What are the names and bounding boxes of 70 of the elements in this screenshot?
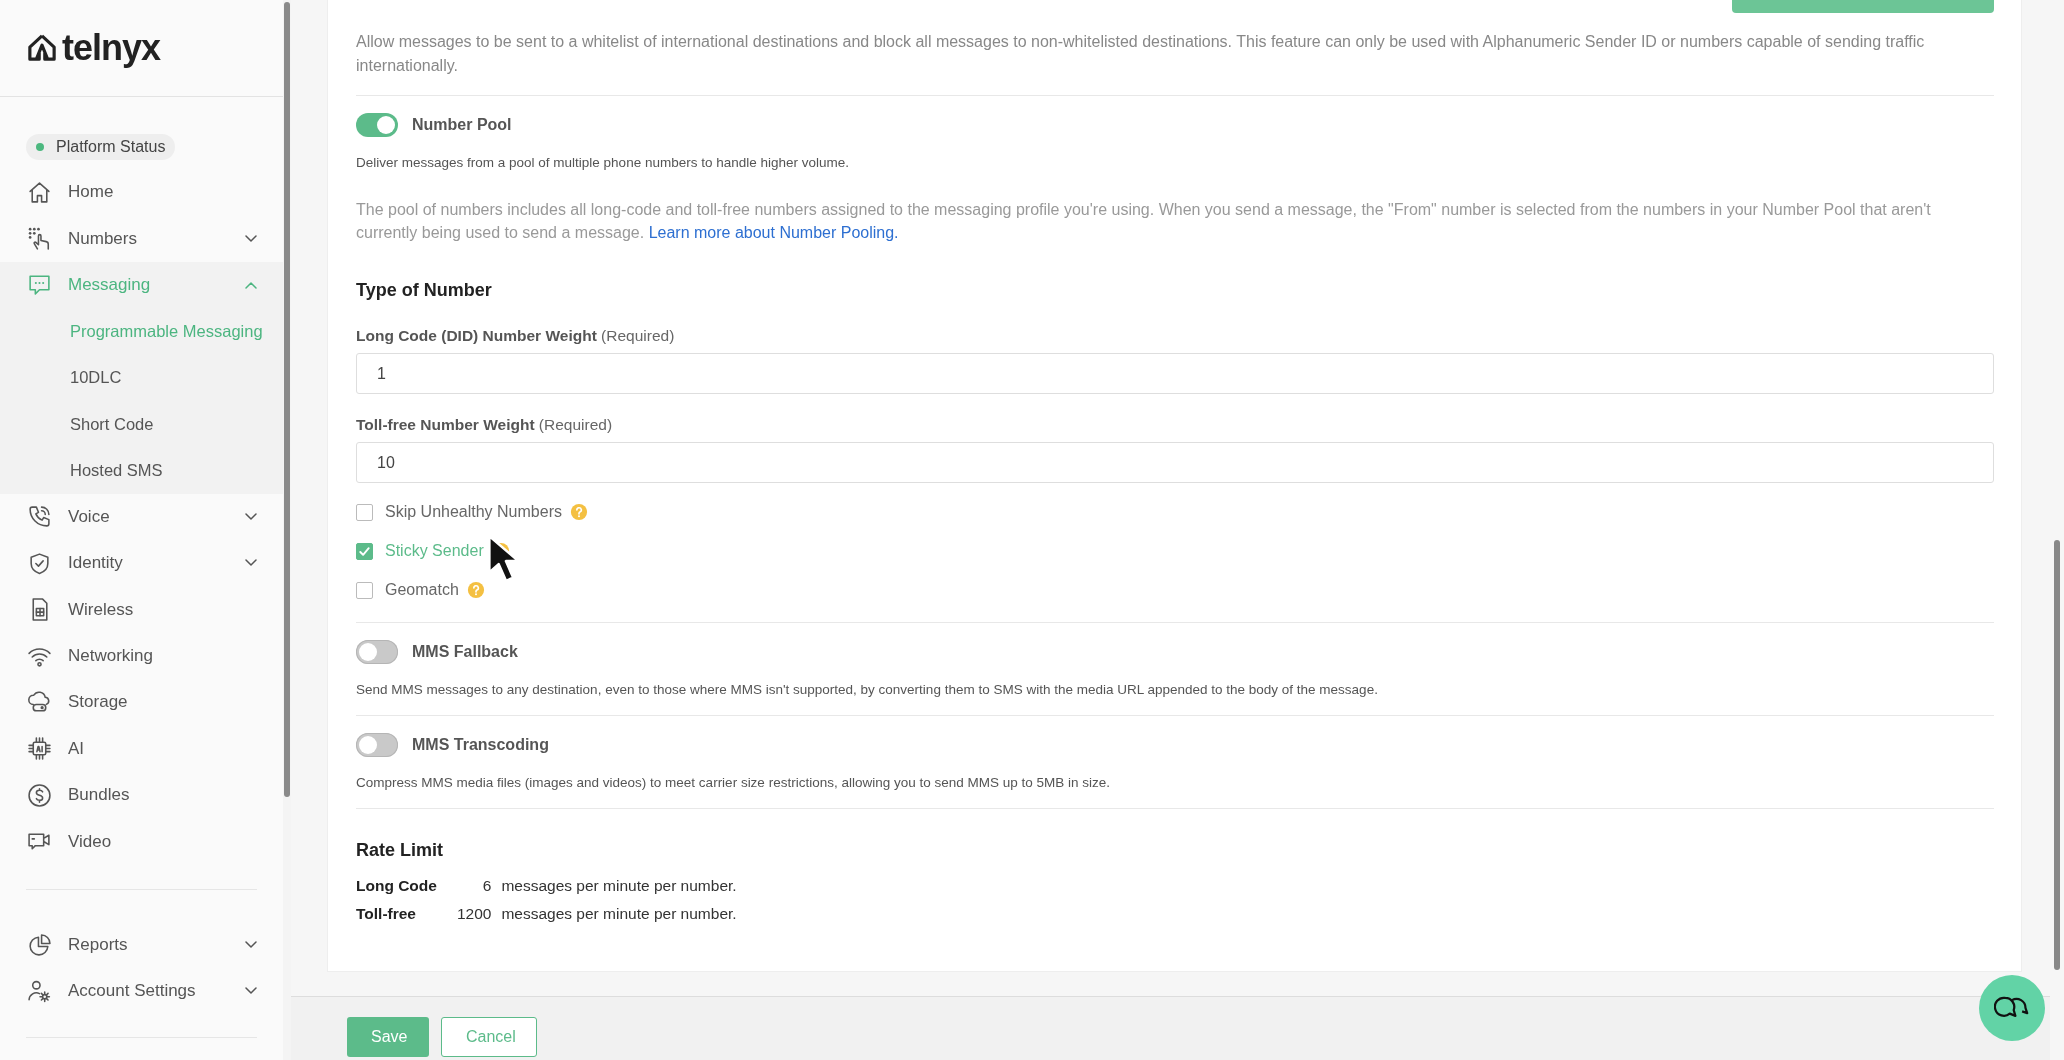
checkbox[interactable] [356,542,373,560]
nav-item[interactable]: Networking [0,632,283,680]
description-text: Deliver messages from a pool of multiple phone numbers to handle higher volume. [356,155,850,170]
section-title: Type of Number [356,280,493,301]
cloud-drive-icon [27,690,52,715]
rate-unit: messages per minute per number. [501,877,737,895]
toggle-switch[interactable] [356,640,398,664]
description-text: Compress MMS media files (images and videos) to meet carrier size restrictions, allowing you to send MMS up to 5MB in size. [356,775,1112,790]
nav-item[interactable]: Numbers [0,215,283,262]
nav-subitem[interactable]: 10DLC [0,354,283,401]
input-field[interactable]: 10 [356,442,1994,483]
shield-check-icon [27,550,52,576]
scrollbar-thumb[interactable] [2054,540,2060,970]
rate-type: Long Code [356,877,437,895]
nav-item[interactable]: Wireless [0,586,283,633]
checkbox-label: Sticky Sender [385,542,484,560]
nav-item[interactable]: Account Settings [0,968,283,1015]
phone-icon [27,504,52,530]
rate-value: 6 [481,877,492,895]
toggle-label: Number Pool [412,116,512,134]
dollar-icon [27,782,52,808]
description-text: Allow messages to be sent to a whitelist of international destinations and block all messages to non-whitelisted destinations. This feature can only be used with Alphanumeric Sender ID or numbers capable of sending traffic internationally. [356,32,1926,76]
note-text: The pool of numbers includes all long-code and toll-free numbers assigned to the messaging profile you're using. When you send a message, the "From" number is selected from the numbers in your Number Pool that aren't currently being used to send a message. Learn more about Number Pooling. [356,200,1932,243]
chevron-down-icon [245,987,257,996]
logo-icon [26,34,58,62]
chevron-down-icon [245,512,257,521]
toggle-label: MMS Fallback [412,643,518,661]
nav-item[interactable]: Home [0,169,283,216]
description-text: Send MMS messages to any destination, even to those where MMS isn't supported, by converting them to SMS with the media URL appended to the body of the message. [356,682,1379,697]
checkbox-label: Geomatch [385,581,459,599]
checkbox[interactable] [356,503,373,521]
action-button[interactable] [1732,0,1994,13]
checkbox-label: Skip Unhealthy Numbers [385,503,562,521]
nav-item[interactable]: Bundles [0,772,283,819]
status-pill[interactable]: Platform Status [26,134,176,160]
learn-more-link[interactable]: Learn more about Number Pooling. [648,224,899,241]
nav-item[interactable]: Reports [0,921,283,969]
scrollbar-thumb[interactable] [284,2,290,797]
field-label: Long Code (DID) Number Weight (Required) [356,327,676,345]
home-icon [27,179,52,205]
status-label: Platform Status [56,138,166,156]
chevron-down-icon [245,559,257,568]
rate-unit: messages per minute per number. [501,905,737,923]
user-gear-icon [27,978,52,1004]
nav-item[interactable]: AI [0,725,283,773]
help-icon[interactable] [466,581,485,599]
brand-name: telnyx [62,27,161,69]
rate-type: Toll-free [356,905,417,923]
toggle-switch[interactable] [356,113,398,137]
chevron-up-icon [245,280,257,289]
field-label: Toll-free Number Weight (Required) [356,416,614,434]
checkbox[interactable] [356,581,373,599]
chip-icon [27,736,52,762]
rate-value: 1200 [455,905,492,923]
nav-subitem[interactable]: Hosted SMS [0,447,283,494]
nav-item[interactable]: Voice [0,493,283,541]
nav-item[interactable]: Identity [0,540,283,587]
toggle-label: MMS Transcoding [412,736,549,754]
nav-subitem[interactable]: Short Code [0,400,283,448]
chevron-down-icon [245,941,257,950]
toggle-switch[interactable] [356,733,398,757]
nav-item[interactable]: Storage [0,679,283,726]
chevron-down-icon [245,234,257,243]
chat-bubble-icon [27,272,52,298]
input-field[interactable]: 1 [356,353,1994,394]
help-icon[interactable] [569,503,588,521]
pie-chart-icon [27,932,52,958]
section-title: Rate Limit [356,840,444,861]
keypad-hand-icon [27,226,52,252]
nav-item[interactable]: Video [0,818,283,865]
